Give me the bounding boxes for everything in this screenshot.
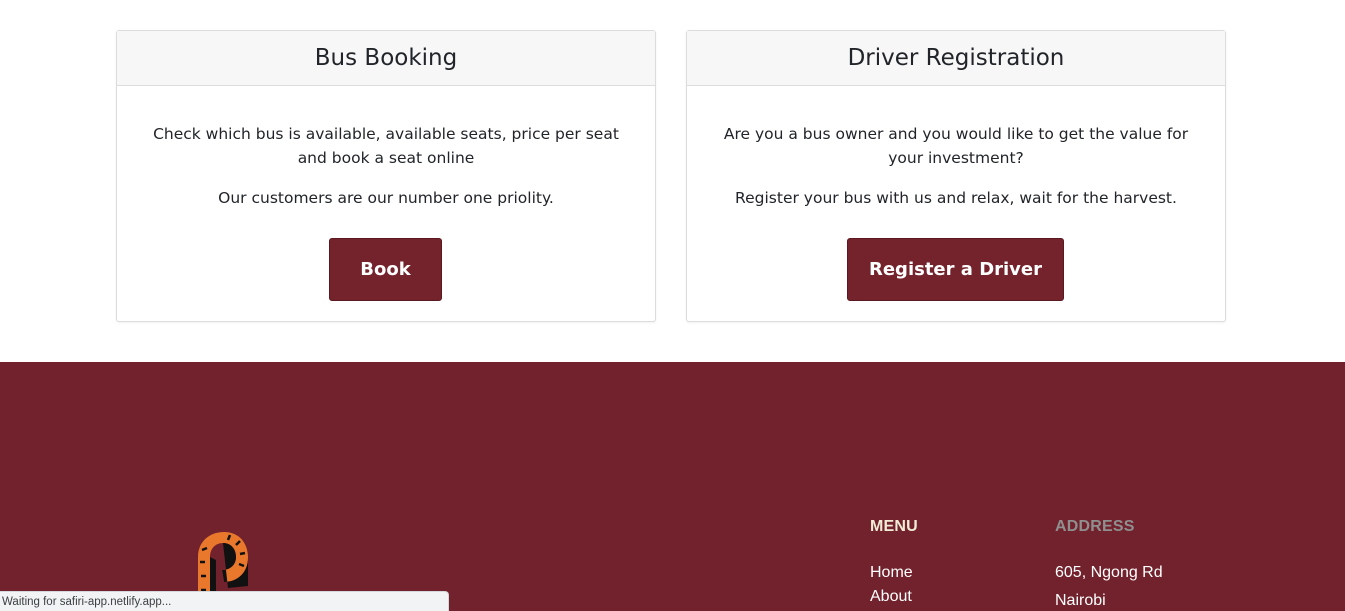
card-body-driver-registration: Are you a bus owner and you would like t… <box>687 122 1225 210</box>
driver-registration-card: Driver Registration Are you a bus owner … <box>686 30 1226 322</box>
card-title-driver-registration: Driver Registration <box>687 31 1225 86</box>
site-footer: MENU Home About ADDRESS 605, Ngong Rd Na… <box>0 362 1345 611</box>
book-button[interactable]: Book <box>329 238 442 301</box>
footer-address-city: Nairobi <box>1055 592 1106 609</box>
register-driver-button[interactable]: Register a Driver <box>847 238 1064 301</box>
footer-menu-heading: MENU <box>870 518 918 535</box>
bus-booking-card: Bus Booking Check which bus is available… <box>116 30 656 322</box>
driver-registration-tagline: Register your bus with us and relax, wai… <box>735 189 1177 207</box>
browser-status-bar: Waiting for safiri-app.netlify.app... <box>0 591 449 611</box>
footer-link-home[interactable]: Home <box>870 564 913 582</box>
footer-address-heading: ADDRESS <box>1055 518 1135 535</box>
bus-booking-description: Check which bus is available, available … <box>153 125 619 167</box>
footer-address-street: 605, Ngong Rd <box>1055 564 1163 581</box>
card-title-bus-booking: Bus Booking <box>117 31 655 86</box>
footer-link-about[interactable]: About <box>870 588 912 606</box>
bus-booking-tagline: Our customers are our number one priolit… <box>218 189 554 207</box>
card-body-bus-booking: Check which bus is available, available … <box>117 122 655 210</box>
driver-registration-description: Are you a bus owner and you would like t… <box>723 125 1189 167</box>
